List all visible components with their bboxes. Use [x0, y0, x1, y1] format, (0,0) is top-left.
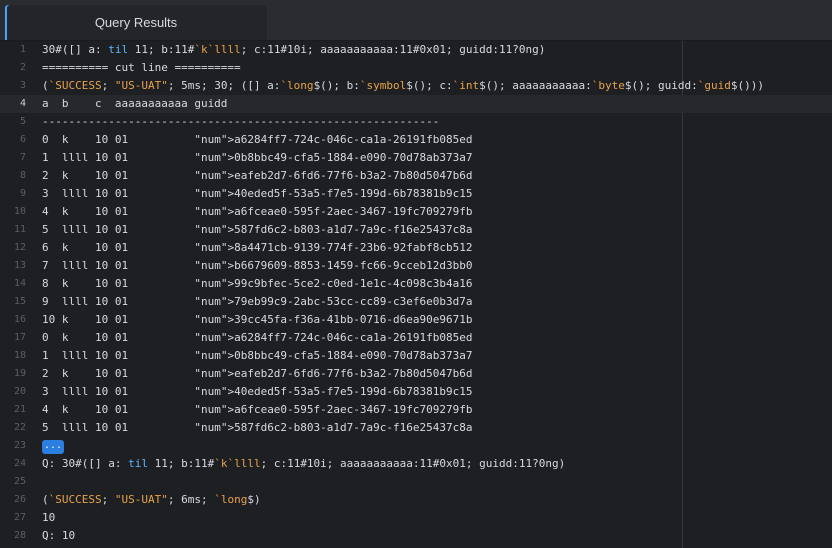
- editor-line[interactable]: 16 10 k 10 01 "num">39cc45fa-f36a-41bb-07…: [0, 311, 832, 329]
- line-number: 1: [19, 44, 26, 55]
- line-number: 15: [13, 296, 26, 307]
- line-number: 8: [19, 170, 26, 181]
- line-text: 2 k 10 01 "num">eafeb2d7-6fd6-77f6-b3a2-…: [42, 169, 473, 182]
- line-number: 22: [13, 422, 26, 433]
- line-text: 5 llll 10 01 "num">587fd6c2-b803-a1d7-7a…: [42, 421, 473, 434]
- line-text: 0 k 10 01 "num">a6284ff7-724c-046c-ca1a-…: [42, 133, 473, 146]
- line-number: 27: [13, 512, 26, 523]
- line-number: 21: [13, 404, 26, 415]
- editor-line[interactable]: 24 Q: 30#([] a: til 11; b:11#`k`llll; c:1…: [0, 455, 832, 473]
- editor-line[interactable]: 1 30#([] a: til 11; b:11#`k`llll; c:11#10…: [0, 41, 832, 59]
- results-editor[interactable]: 1 30#([] a: til 11; b:11#`k`llll; c:11#10…: [0, 41, 832, 548]
- line-text: 8 k 10 01 "num">99c9bfec-5ce2-c0ed-1e1c-…: [42, 277, 473, 290]
- line-text: 30#([] a: til 11; b:11#`k`llll; c:11#10i…: [42, 43, 546, 56]
- line-text: 5 llll 10 01 "num">587fd6c2-b803-a1d7-7a…: [42, 223, 473, 236]
- editor-line[interactable]: 14 8 k 10 01 "num">99c9bfec-5ce2-c0ed-1e1…: [0, 275, 832, 293]
- editor-line[interactable]: 9 3 llll 10 01 "num">40eded5f-53a5-f7e5-1…: [0, 185, 832, 203]
- line-text: Q: 30#([] a: til 11; b:11#`k`llll; c:11#…: [42, 457, 566, 470]
- editor-line[interactable]: 5 ---------------------------------------…: [0, 113, 832, 131]
- editor-line[interactable]: 19 2 k 10 01 "num">eafeb2d7-6fd6-77f6-b3a…: [0, 365, 832, 383]
- line-number: 7: [19, 152, 26, 163]
- line-number: 6: [19, 134, 26, 145]
- line-number: 12: [13, 242, 26, 253]
- editor-line[interactable]: 28 Q: 10: [0, 527, 832, 545]
- editor-line[interactable]: 10 4 k 10 01 "num">a6fceae0-595f-2aec-346…: [0, 203, 832, 221]
- editor-line[interactable]: 18 1 llll 10 01 "num">0b8bbc49-cfa5-1884-…: [0, 347, 832, 365]
- line-text: 6 k 10 01 "num">8a4471cb-9139-774f-23b6-…: [42, 241, 473, 254]
- line-number: 19: [13, 368, 26, 379]
- line-number: 16: [13, 314, 26, 325]
- line-text: ----------------------------------------…: [42, 115, 440, 128]
- editor-line[interactable]: 6 0 k 10 01 "num">a6284ff7-724c-046c-ca1a…: [0, 131, 832, 149]
- line-number: 4: [19, 98, 26, 109]
- line-text: (`SUCCESS; "US-UAT"; 5ms; 30; ([] a:`lon…: [42, 79, 764, 92]
- line-number: 13: [13, 260, 26, 271]
- line-text: 1 llll 10 01 "num">0b8bbc49-cfa5-1884-e0…: [42, 151, 473, 164]
- line-text: (`SUCCESS; "US-UAT"; 6ms; `long$): [42, 493, 261, 506]
- line-text: 3 llll 10 01 "num">40eded5f-53a5-f7e5-19…: [42, 187, 473, 200]
- line-text: 2 k 10 01 "num">eafeb2d7-6fd6-77f6-b3a2-…: [42, 367, 473, 380]
- line-text: 1 llll 10 01 "num">0b8bbc49-cfa5-1884-e0…: [42, 349, 473, 362]
- editor-line[interactable]: 26 (`SUCCESS; "US-UAT"; 6ms; `long$): [0, 491, 832, 509]
- line-text: 10 k 10 01 "num">39cc45fa-f36a-41bb-0716…: [42, 313, 473, 326]
- editor-line[interactable]: 8 2 k 10 01 "num">eafeb2d7-6fd6-77f6-b3a2…: [0, 167, 832, 185]
- line-number: 28: [13, 530, 26, 541]
- editor-line[interactable]: 7 1 llll 10 01 "num">0b8bbc49-cfa5-1884-e…: [0, 149, 832, 167]
- line-text: 4 k 10 01 "num">a6fceae0-595f-2aec-3467-…: [42, 403, 473, 416]
- editor-line[interactable]: 13 7 llll 10 01 "num">b6679609-8853-1459-…: [0, 257, 832, 275]
- line-number: 18: [13, 350, 26, 361]
- editor-line[interactable]: 4 a b c aaaaaaaaaaa guidd: [0, 95, 832, 113]
- line-number: 3: [19, 80, 26, 91]
- editor-line[interactable]: 17 0 k 10 01 "num">a6284ff7-724c-046c-ca1…: [0, 329, 832, 347]
- truncation-ellipsis-button[interactable]: ...: [42, 440, 64, 454]
- line-text: 10: [42, 511, 56, 524]
- editor-line[interactable]: 3 (`SUCCESS; "US-UAT"; 5ms; 30; ([] a:`lo…: [0, 77, 832, 95]
- line-text: ========== cut line ==========: [42, 61, 241, 74]
- line-number: 26: [13, 494, 26, 505]
- line-number: 2: [19, 62, 26, 73]
- line-number: 9: [19, 188, 26, 199]
- line-text: Q: 10: [42, 529, 76, 542]
- editor-line[interactable]: 15 9 llll 10 01 "num">79eb99c9-2abc-53cc-…: [0, 293, 832, 311]
- editor-line[interactable]: 27 10: [0, 509, 832, 527]
- line-number: 25: [13, 476, 26, 487]
- editor-line[interactable]: 25: [0, 473, 832, 491]
- line-number: 5: [19, 116, 26, 127]
- line-text: 7 llll 10 01 "num">b6679609-8853-1459-fc…: [42, 259, 473, 272]
- editor-line[interactable]: 21 4 k 10 01 "num">a6fceae0-595f-2aec-346…: [0, 401, 832, 419]
- editor-line[interactable]: 12 6 k 10 01 "num">8a4471cb-9139-774f-23b…: [0, 239, 832, 257]
- tab-bar: Query Results: [0, 0, 832, 41]
- line-number: 23: [13, 440, 26, 451]
- line-text: 3 llll 10 01 "num">40eded5f-53a5-f7e5-19…: [42, 385, 473, 398]
- line-number: 20: [13, 386, 26, 397]
- line-text: a b c aaaaaaaaaaa guidd: [42, 97, 228, 110]
- line-number: 10: [13, 206, 26, 217]
- line-number: 24: [13, 458, 26, 469]
- editor-line[interactable]: 20 3 llll 10 01 "num">40eded5f-53a5-f7e5-…: [0, 383, 832, 401]
- editor-line[interactable]: 2 ========== cut line ==========: [0, 59, 832, 77]
- tab-query-results[interactable]: Query Results: [5, 5, 267, 40]
- line-number: 17: [13, 332, 26, 343]
- line-number: 11: [13, 224, 26, 235]
- line-text: 9 llll 10 01 "num">79eb99c9-2abc-53cc-cc…: [42, 295, 473, 308]
- editor-line[interactable]: 11 5 llll 10 01 "num">587fd6c2-b803-a1d7-…: [0, 221, 832, 239]
- line-text: 4 k 10 01 "num">a6fceae0-595f-2aec-3467-…: [42, 205, 473, 218]
- editor-line[interactable]: 23...: [0, 437, 832, 455]
- line-text: 0 k 10 01 "num">a6284ff7-724c-046c-ca1a-…: [42, 331, 473, 344]
- editor-line[interactable]: 22 5 llll 10 01 "num">587fd6c2-b803-a1d7-…: [0, 419, 832, 437]
- line-number: 14: [13, 278, 26, 289]
